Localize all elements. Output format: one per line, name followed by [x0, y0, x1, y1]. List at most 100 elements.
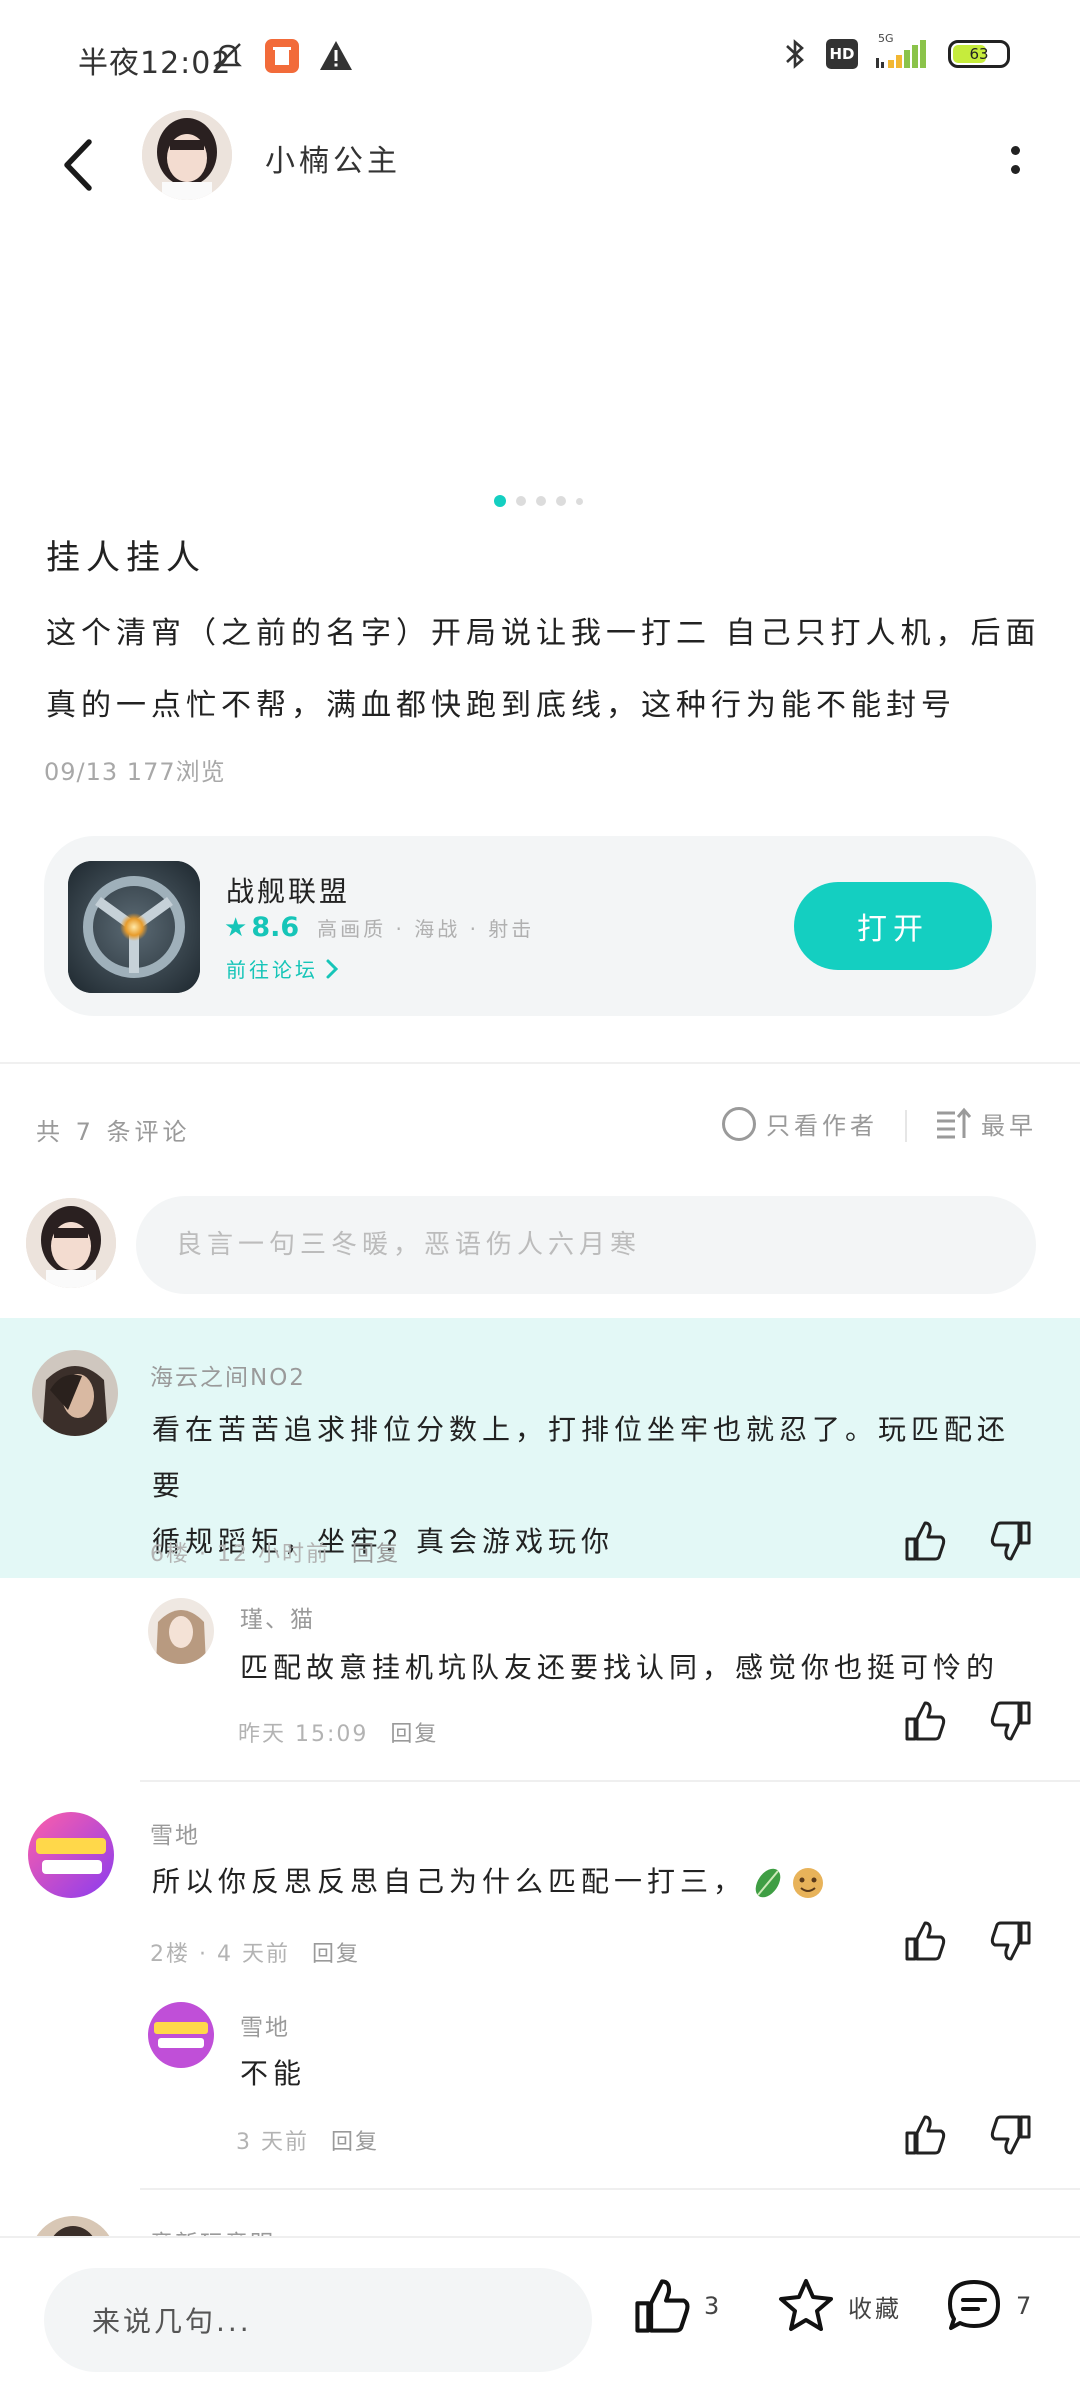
- game-score: 8.6: [251, 912, 300, 943]
- post-meta: 09/13 177浏览: [44, 758, 226, 786]
- comment-input[interactable]: [136, 1196, 1036, 1294]
- thumbs-down-icon: [990, 1921, 1031, 1961]
- favorite-button[interactable]: 收藏: [776, 2276, 902, 2336]
- cookie-face-emoji-icon: [793, 1868, 824, 1898]
- avatar-image: [142, 110, 232, 200]
- comment-item: 竞新玩竞明: [0, 2196, 1080, 2236]
- commenter-avatar[interactable]: [148, 2002, 214, 2068]
- like-button[interactable]: [902, 1518, 948, 1564]
- pager-dot: [536, 496, 546, 506]
- image-pager-indicator: [494, 495, 583, 507]
- bottom-comment-input[interactable]: 来说几句...: [44, 2268, 592, 2372]
- comment-divider: [140, 2188, 1080, 2190]
- dislike-button[interactable]: [988, 1918, 1034, 1964]
- pager-dot: [556, 496, 566, 506]
- bottom-action-bar: 来说几句... 3 收藏 7: [0, 2236, 1080, 2400]
- sort-icon: [937, 1107, 971, 1138]
- commenter-name[interactable]: 瑾、猫: [240, 1600, 315, 1634]
- status-time: 半夜12:02: [78, 46, 232, 81]
- favorite-label: 收藏: [848, 2294, 902, 2323]
- comment-item: 雪地 所以你反思反思自己为什么匹配一打三， 2楼 · 4 天前 回复: [0, 1790, 1080, 1990]
- author-avatar[interactable]: [142, 110, 232, 200]
- comment-meta: 2楼 · 4 天前 回复: [150, 1936, 360, 1968]
- comment-meta: 昨天 15:09 回复: [238, 1716, 438, 1748]
- author-name[interactable]: 小楠公主: [265, 136, 401, 180]
- pager-dot: [516, 496, 526, 506]
- thumbs-up-icon: [905, 1521, 946, 1561]
- pager-dot-active: [494, 495, 506, 507]
- like-button[interactable]: [902, 1698, 948, 1744]
- reply-button[interactable]: 回复: [390, 1716, 438, 1748]
- open-game-button[interactable]: 打开: [794, 882, 992, 970]
- reply-item: 瑾、猫 匹配故意挂机坑队友还要找认同，感觉你也挺可怜的 昨天 15:09 回复: [0, 1578, 1080, 1778]
- game-icon: [68, 861, 200, 993]
- vote-buttons: [902, 1698, 1034, 1744]
- reply-button[interactable]: 回复: [331, 2124, 379, 2156]
- bell-muted-icon: [214, 43, 242, 69]
- dot-icon: [1010, 146, 1020, 155]
- chevron-right-icon: [326, 959, 339, 978]
- comment-item: 海云之间NO2 看在苦苦追求排位分数上，打排位坐牢也就忍了。玩匹配还要 循规蹈矩…: [0, 1318, 1080, 1578]
- star-outline-icon: [779, 2279, 833, 2331]
- comment-meta: 3 天前 回复: [236, 2124, 379, 2156]
- like-count: 3: [704, 2292, 723, 2320]
- author-only-toggle[interactable]: 只看作者: [722, 1106, 878, 1141]
- post-header: 小楠公主: [0, 110, 1080, 240]
- reply-button[interactable]: 回复: [312, 1936, 360, 1968]
- back-button[interactable]: [48, 130, 108, 200]
- status-bar: 半夜12:02 HD 5G 63: [0, 0, 1080, 110]
- comments-count: 共 7 条评论: [36, 1118, 191, 1146]
- thumbs-up-icon: [635, 2279, 690, 2333]
- leafy-greens-emoji-icon: [755, 1868, 781, 1898]
- like-button[interactable]: [902, 2112, 948, 2158]
- more-options-button[interactable]: [990, 130, 1040, 190]
- game-forum-link[interactable]: 前往论坛: [226, 954, 340, 983]
- thumbs-up-icon: [905, 2115, 946, 2155]
- bluetooth-icon: [786, 39, 804, 69]
- dislike-button[interactable]: [988, 2112, 1034, 2158]
- thumbs-down-icon: [990, 2115, 1031, 2155]
- commenter-avatar[interactable]: [32, 1350, 118, 1436]
- chevron-left-icon: [64, 139, 92, 191]
- post-body-line: 真的一点忙不帮，满血都快跑到底线，这种行为能不能封号: [46, 688, 956, 723]
- warning-icon: [320, 41, 352, 70]
- vote-buttons: [902, 1918, 1034, 1964]
- sort-button[interactable]: 最早: [935, 1106, 1037, 1141]
- dot-icon: [1010, 165, 1020, 174]
- post-title: 挂人挂人: [46, 538, 206, 578]
- commenter-avatar[interactable]: [28, 1812, 114, 1898]
- chat-bubble-icon: [948, 2280, 1000, 2330]
- commenter-avatar[interactable]: [148, 1598, 214, 1664]
- commenter-name[interactable]: 海云之间NO2: [150, 1358, 306, 1392]
- status-notification-icons: [210, 38, 354, 74]
- like-button[interactable]: [902, 1918, 948, 1964]
- commenter-name[interactable]: 竞新玩竞明: [150, 2224, 275, 2236]
- comment-text: 不能: [240, 2057, 307, 2090]
- battery-icon: 63: [948, 40, 1010, 68]
- my-avatar: [26, 1198, 116, 1288]
- section-divider: [0, 1062, 1080, 1064]
- pager-dot: [576, 497, 583, 505]
- commenter-avatar[interactable]: [30, 2216, 116, 2236]
- like-post-button[interactable]: 3: [632, 2276, 722, 2336]
- thumbs-down-icon: [990, 1701, 1031, 1741]
- dislike-button[interactable]: [988, 1518, 1034, 1564]
- reply-item: 雪地 不能 3 天前 回复: [0, 1990, 1080, 2190]
- comment-meta: 6楼 · 12 小时前 回复: [150, 1536, 400, 1568]
- vertical-separator: [905, 1110, 907, 1142]
- app-notification-icon: [265, 39, 299, 73]
- game-tags: 高画质 · 海战 · 射击: [317, 917, 535, 941]
- signal-icon: 5G: [874, 32, 932, 72]
- comment-button[interactable]: 7: [944, 2276, 1034, 2336]
- post-body-line: 这个清宵（之前的名字）开局说让我一打二 自己只打人机，后面: [46, 616, 1041, 651]
- dislike-button[interactable]: [988, 1698, 1034, 1744]
- game-card[interactable]: 战舰联盟 ★ 8.6 高画质 · 海战 · 射击 前往论坛 打开: [44, 836, 1036, 1016]
- post-body: 这个清宵（之前的名字）开局说让我一打二 自己只打人机，后面 真的一点忙不帮，满血…: [46, 598, 1046, 742]
- star-icon: ★: [224, 912, 248, 943]
- commenter-name[interactable]: 雪地: [240, 2008, 290, 2042]
- thumbs-up-icon: [905, 1921, 946, 1961]
- reply-button[interactable]: 回复: [352, 1536, 400, 1568]
- vote-buttons: [902, 1518, 1034, 1564]
- status-system-icons: HD 5G 63: [780, 32, 1010, 72]
- commenter-name[interactable]: 雪地: [150, 1816, 200, 1850]
